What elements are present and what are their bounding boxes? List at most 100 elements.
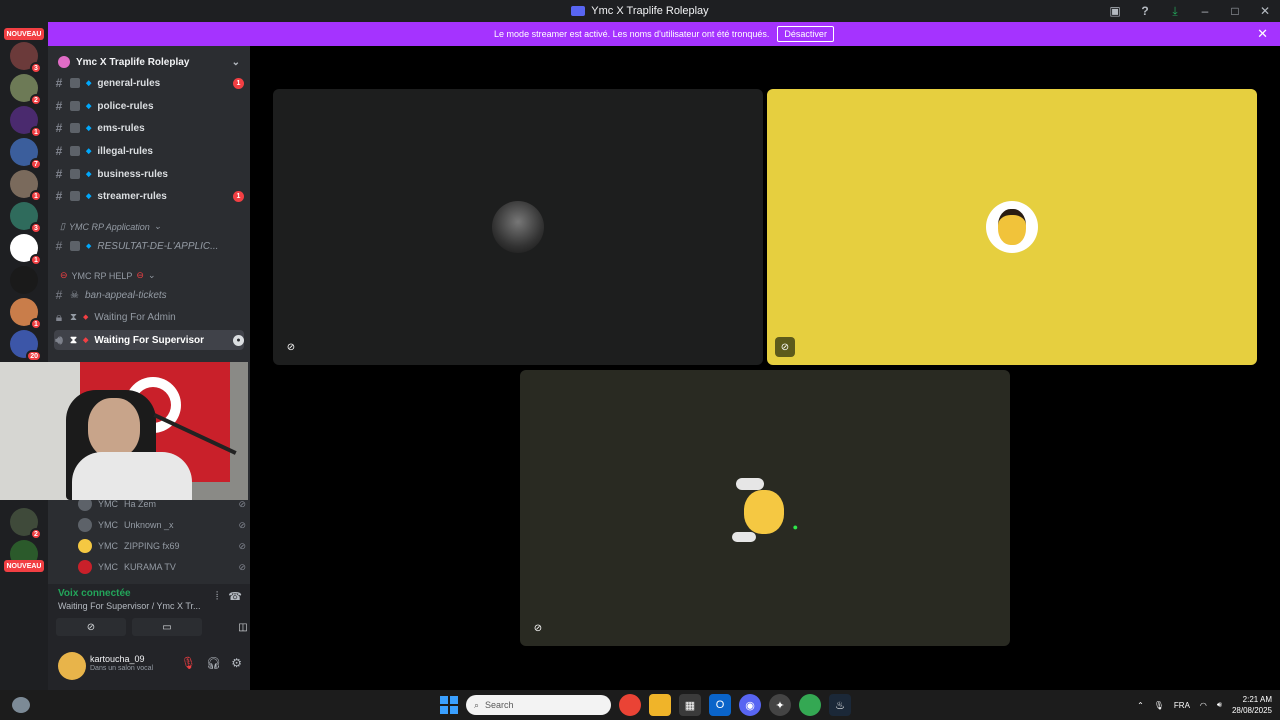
clock-time: 2:21 AM — [1242, 695, 1272, 704]
server-icon[interactable]: 2 — [10, 508, 42, 540]
channel-police-rules[interactable]: # ◆ police-rules — [54, 96, 244, 116]
diamond-icon: ◆ — [86, 103, 92, 110]
chevron-up-icon[interactable]: ⌃ — [1137, 701, 1144, 710]
server-icon[interactable]: 3 — [10, 202, 42, 234]
category-application[interactable]: ▯ YMC RP Application ⌄ — [60, 221, 161, 232]
participant-tile[interactable]: ⊘ — [767, 89, 1257, 365]
mic-muted-icon: ⊘ — [286, 341, 296, 353]
mic-muted-icon: ⊘ — [238, 498, 246, 509]
participant-tile[interactable]: ⊘ — [273, 89, 763, 365]
channel-ban-appeal[interactable]: # ☠ ban-appeal-tickets — [54, 285, 244, 305]
hash-icon: # — [55, 144, 63, 158]
hash-icon: # — [55, 189, 63, 203]
avatar-face — [744, 490, 784, 534]
participant-avatar — [986, 201, 1038, 253]
search-icon: ⌕ — [474, 699, 480, 710]
mic-muted-icon[interactable]: 🎙︎ — [181, 656, 196, 670]
channel-waiting-admin[interactable]: 🔒︎ ⧗ ◆ Waiting For Admin — [54, 307, 244, 327]
voice-user[interactable]: YMC Unknown _x ⊘ — [78, 515, 246, 535]
rockstar-icon[interactable]: ✦ — [769, 694, 791, 716]
chrome-icon[interactable] — [799, 694, 821, 716]
channel-label: business-rules — [97, 168, 168, 180]
lock-icon: 🔒︎ — [55, 309, 63, 324]
minimize-button[interactable]: – — [1190, 0, 1220, 22]
close-banner-icon[interactable]: ✕ — [1257, 26, 1268, 42]
clock-date: 28/08/2025 — [1231, 706, 1272, 715]
gear-icon[interactable]: ⚙ — [231, 656, 242, 670]
disconnect-icon[interactable]: ☎ — [228, 590, 242, 603]
discord-icon[interactable]: ◉ — [739, 694, 761, 716]
voice-user-name: ZIPPING fx69 — [124, 541, 180, 551]
download-icon[interactable]: ⤓ — [1160, 0, 1190, 22]
server-icon[interactable]: 1 — [10, 170, 42, 202]
outlook-icon[interactable]: O — [709, 694, 731, 716]
server-icon[interactable] — [10, 266, 38, 294]
cloud-shape — [736, 478, 764, 490]
hash-icon: # — [55, 167, 63, 181]
chevron-down-icon: ⌄ — [147, 270, 156, 280]
voice-user[interactable]: YMC ZIPPING fx69 ⊘ — [78, 536, 246, 556]
window-titlebar: Ymc X Traplife Roleplay ▣ ? ⤓ – □ ✕ — [0, 0, 1280, 22]
noise-suppression-icon[interactable]: ⦙ — [216, 590, 218, 603]
server-icon[interactable]: 1 — [10, 298, 42, 330]
mic-muted-icon: ⊘ — [533, 622, 543, 634]
avatar[interactable] — [58, 652, 86, 680]
volume-icon[interactable]: 🔊︎ — [1217, 700, 1222, 710]
unread-count-badge: 1 — [30, 318, 42, 330]
disable-streamer-button[interactable]: Désactiver — [777, 26, 834, 42]
server-icon[interactable]: 3 — [10, 42, 42, 74]
store-icon[interactable]: ▦ — [679, 694, 701, 716]
streamer-face — [88, 398, 140, 458]
voice-status[interactable]: Voix connectée — [58, 588, 131, 599]
channel-waiting-supervisor[interactable]: 🔊︎ ⧗ ◆ Waiting For Supervisor ● — [54, 330, 244, 350]
avatar — [78, 560, 92, 574]
server-icon[interactable]: 20 — [10, 330, 42, 362]
voice-connection-panel: Voix connectée Waiting For Supervisor / … — [48, 584, 250, 644]
taskbar: ⌕ Search ▦ O ◉ ✦ ♨ ⌃ 🎙︎ FRA ◠ 🔊︎ 2:21 AM… — [0, 690, 1280, 720]
help-icon[interactable]: ? — [1130, 0, 1160, 22]
microphone-icon[interactable]: 🎙︎ — [1154, 701, 1164, 710]
file-explorer-icon[interactable] — [649, 694, 671, 716]
share-screen-button[interactable]: ▭ — [132, 618, 202, 636]
diamond-icon: ◆ — [86, 125, 92, 132]
channel-general-rules[interactable]: # ◆ general-rules 1 — [54, 73, 244, 93]
chrome-icon[interactable] — [619, 694, 641, 716]
channel-illegal-rules[interactable]: # ◆ illegal-rules — [54, 141, 244, 161]
weather-widget-icon[interactable] — [12, 697, 30, 713]
username[interactable]: kartoucha_09 — [90, 654, 145, 664]
chat-bubble-icon[interactable]: ● — [233, 334, 244, 346]
camera-off-button[interactable]: ⊘ — [56, 618, 126, 636]
category-help[interactable]: ⊖ YMC RP HELP ⊖ ⌄ — [60, 270, 156, 281]
channel-business-rules[interactable]: # ◆ business-rules — [54, 164, 244, 184]
channel-streamer-rules[interactable]: # ◆ streamer-rules 1 — [54, 186, 244, 206]
window-title-text: Ymc X Traplife Roleplay — [591, 5, 709, 17]
steam-icon[interactable]: ♨ — [829, 694, 851, 716]
participant-tile[interactable]: ● ⊘ — [520, 370, 1010, 646]
voice-channel-name[interactable]: Waiting For Supervisor / Ymc X Tr... — [58, 601, 201, 611]
banner-text: Le mode streamer est activé. Les noms d'… — [494, 29, 770, 39]
clock[interactable]: 2:21 AM 28/08/2025 — [1232, 694, 1272, 716]
server-icon[interactable]: 1 — [10, 106, 42, 138]
channel-label: streamer-rules — [97, 190, 167, 202]
headphones-icon[interactable]: 🎧︎ — [206, 656, 221, 670]
wifi-icon[interactable]: ◠ — [1200, 701, 1207, 710]
server-icon[interactable]: 1 — [10, 234, 42, 266]
taskbar-search[interactable]: ⌕ Search — [466, 695, 611, 715]
chevron-down-icon[interactable]: ⌄ — [232, 57, 240, 68]
server-icon[interactable]: 2 — [10, 74, 42, 106]
voice-user[interactable]: YMC KURAMA TV ⊘ — [78, 557, 246, 577]
maximize-button[interactable]: □ — [1220, 0, 1250, 22]
close-window-button[interactable]: ✕ — [1250, 0, 1280, 22]
window-title: Ymc X Traplife Roleplay — [571, 5, 709, 17]
channel-ems-rules[interactable]: # ◆ ems-rules — [54, 118, 244, 138]
server-list: NOUVEAU 3 2 1 7 1 3 1 1 20 2 NOUVEAU — [0, 22, 48, 690]
language-indicator[interactable]: FRA — [1174, 701, 1190, 710]
channel-emoji-icon — [70, 146, 80, 156]
windows-start-button[interactable] — [440, 696, 458, 714]
server-icon[interactable]: 7 — [10, 138, 42, 170]
diamond-icon: ◆ — [86, 193, 92, 200]
channel-resultat[interactable]: # ◆ RESULTAT-DE-L'APPLIC... — [54, 236, 244, 256]
inbox-icon[interactable]: ▣ — [1100, 0, 1130, 22]
voice-stage: ⊘ ⊘ ● ⊘ — [250, 46, 1280, 690]
voice-user-prefix: YMC — [98, 520, 118, 530]
